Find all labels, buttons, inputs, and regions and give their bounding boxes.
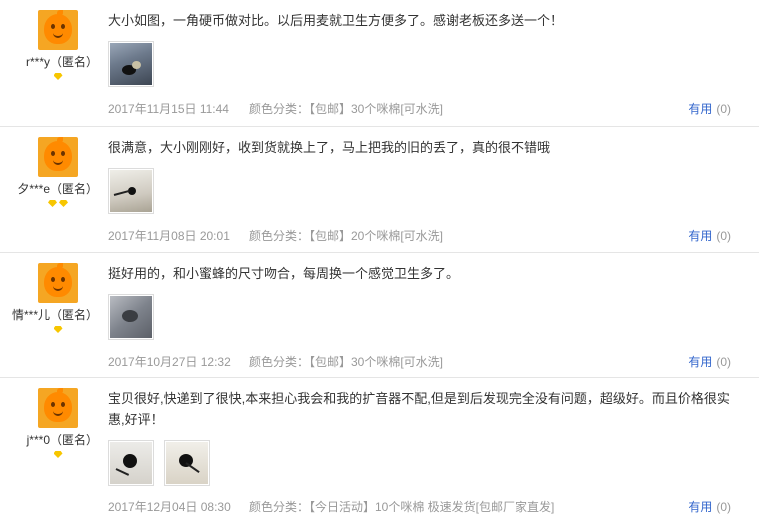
diamond-icon <box>59 200 68 207</box>
review-date: 2017年11月15日 11:44 <box>108 102 229 116</box>
reviewer-name: j***0（匿名） <box>26 433 98 447</box>
useful-vote: 有用 (0) <box>688 227 731 244</box>
diamond-icon <box>53 451 63 458</box>
useful-button[interactable]: 有用 <box>688 102 712 116</box>
review-photo-thumbnail[interactable] <box>108 294 154 340</box>
review-item: r***y（匿名） 大小如图，一角硬币做对比。以后用麦就卫生方便多了。感谢老板还… <box>0 0 759 127</box>
useful-vote: 有用 (0) <box>688 100 731 117</box>
review-date: 2017年11月08日 20:01 <box>108 229 230 243</box>
useful-count: (0) <box>716 102 731 116</box>
reviewer-info: 情***儿（匿名） <box>0 253 108 378</box>
useful-count: (0) <box>716 355 731 369</box>
review-text: 挺好用的，和小蜜蜂的尺寸吻合，每周换一个感觉卫生多了。 <box>108 266 460 281</box>
review-sku: 颜色分类：【包邮】30个咪棉[可水洗] <box>249 102 444 116</box>
diamond-icon <box>48 200 57 207</box>
review-text: 大小如图，一角硬币做对比。以后用麦就卫生方便多了。感谢老板还多送一个！ <box>108 13 564 28</box>
review-date: 2017年10月27日 12:32 <box>108 355 231 369</box>
useful-button[interactable]: 有用 <box>688 500 712 514</box>
buyer-level-badge <box>0 326 116 333</box>
diamond-icon <box>53 326 63 333</box>
buyer-level-badge <box>0 73 116 80</box>
reviewer-name: 夕***e（匿名） <box>17 182 98 196</box>
useful-count: (0) <box>716 500 731 514</box>
review-date: 2017年12月04日 08:30 <box>108 500 231 514</box>
useful-button[interactable]: 有用 <box>688 229 712 243</box>
review-meta: 2017年11月15日 11:44 颜色分类：【包邮】30个咪棉[可水洗] 有用… <box>108 100 739 116</box>
review-text: 宝贝很好,快递到了很快,本来担心我会和我的扩音器不配,但是到后发现完全没有问题，… <box>108 391 730 427</box>
useful-button[interactable]: 有用 <box>688 355 712 369</box>
review-item: 情***儿（匿名） 挺好用的，和小蜜蜂的尺寸吻合，每周换一个感觉卫生多了。 20… <box>0 253 759 378</box>
useful-vote: 有用 (0) <box>688 353 731 370</box>
review-sku: 颜色分类：【包邮】30个咪棉[可水洗] <box>249 355 444 369</box>
buyer-level-badge <box>0 200 116 207</box>
review-sku: 颜色分类：【包邮】20个咪棉[可水洗] <box>249 229 444 243</box>
review-item: j***0（匿名） 宝贝很好,快递到了很快,本来担心我会和我的扩音器不配,但是到… <box>0 378 759 525</box>
reviewer-name: r***y（匿名） <box>25 55 98 69</box>
review-sku: 颜色分类：【今日活动】10个咪棉 极速发货[包邮厂家直发] <box>249 500 555 514</box>
review-text: 很满意，大小刚刚好，收到货就换上了，马上把我的旧的丢了，真的很不错哦 <box>108 140 551 155</box>
user-avatar[interactable] <box>38 388 78 428</box>
diamond-icon <box>53 73 63 80</box>
reviewer-info: r***y（匿名） <box>0 0 108 127</box>
useful-count: (0) <box>716 229 731 243</box>
review-photo-thumbnail[interactable] <box>108 41 154 87</box>
review-photo-thumbnail[interactable] <box>108 440 154 486</box>
buyer-level-badge <box>0 451 116 458</box>
user-avatar[interactable] <box>38 10 78 50</box>
user-avatar[interactable] <box>38 263 78 303</box>
reviewer-info: j***0（匿名） <box>0 378 108 525</box>
review-photo-thumbnail[interactable] <box>164 440 211 486</box>
user-avatar[interactable] <box>38 137 78 177</box>
useful-vote: 有用 (0) <box>688 498 731 515</box>
review-meta: 2017年11月08日 20:01 颜色分类：【包邮】20个咪棉[可水洗] 有用… <box>108 227 739 243</box>
review-item: 夕***e（匿名） 很满意，大小刚刚好，收到货就换上了，马上把我的旧的丢了，真的… <box>0 127 759 253</box>
review-meta: 2017年10月27日 12:32 颜色分类：【包邮】30个咪棉[可水洗] 有用… <box>108 353 739 369</box>
reviewer-name: 情***儿（匿名） <box>11 308 98 322</box>
reviewer-info: 夕***e（匿名） <box>0 127 108 253</box>
review-photo-thumbnail[interactable] <box>108 168 154 214</box>
review-meta: 2017年12月04日 08:30 颜色分类：【今日活动】10个咪棉 极速发货[… <box>108 498 739 514</box>
